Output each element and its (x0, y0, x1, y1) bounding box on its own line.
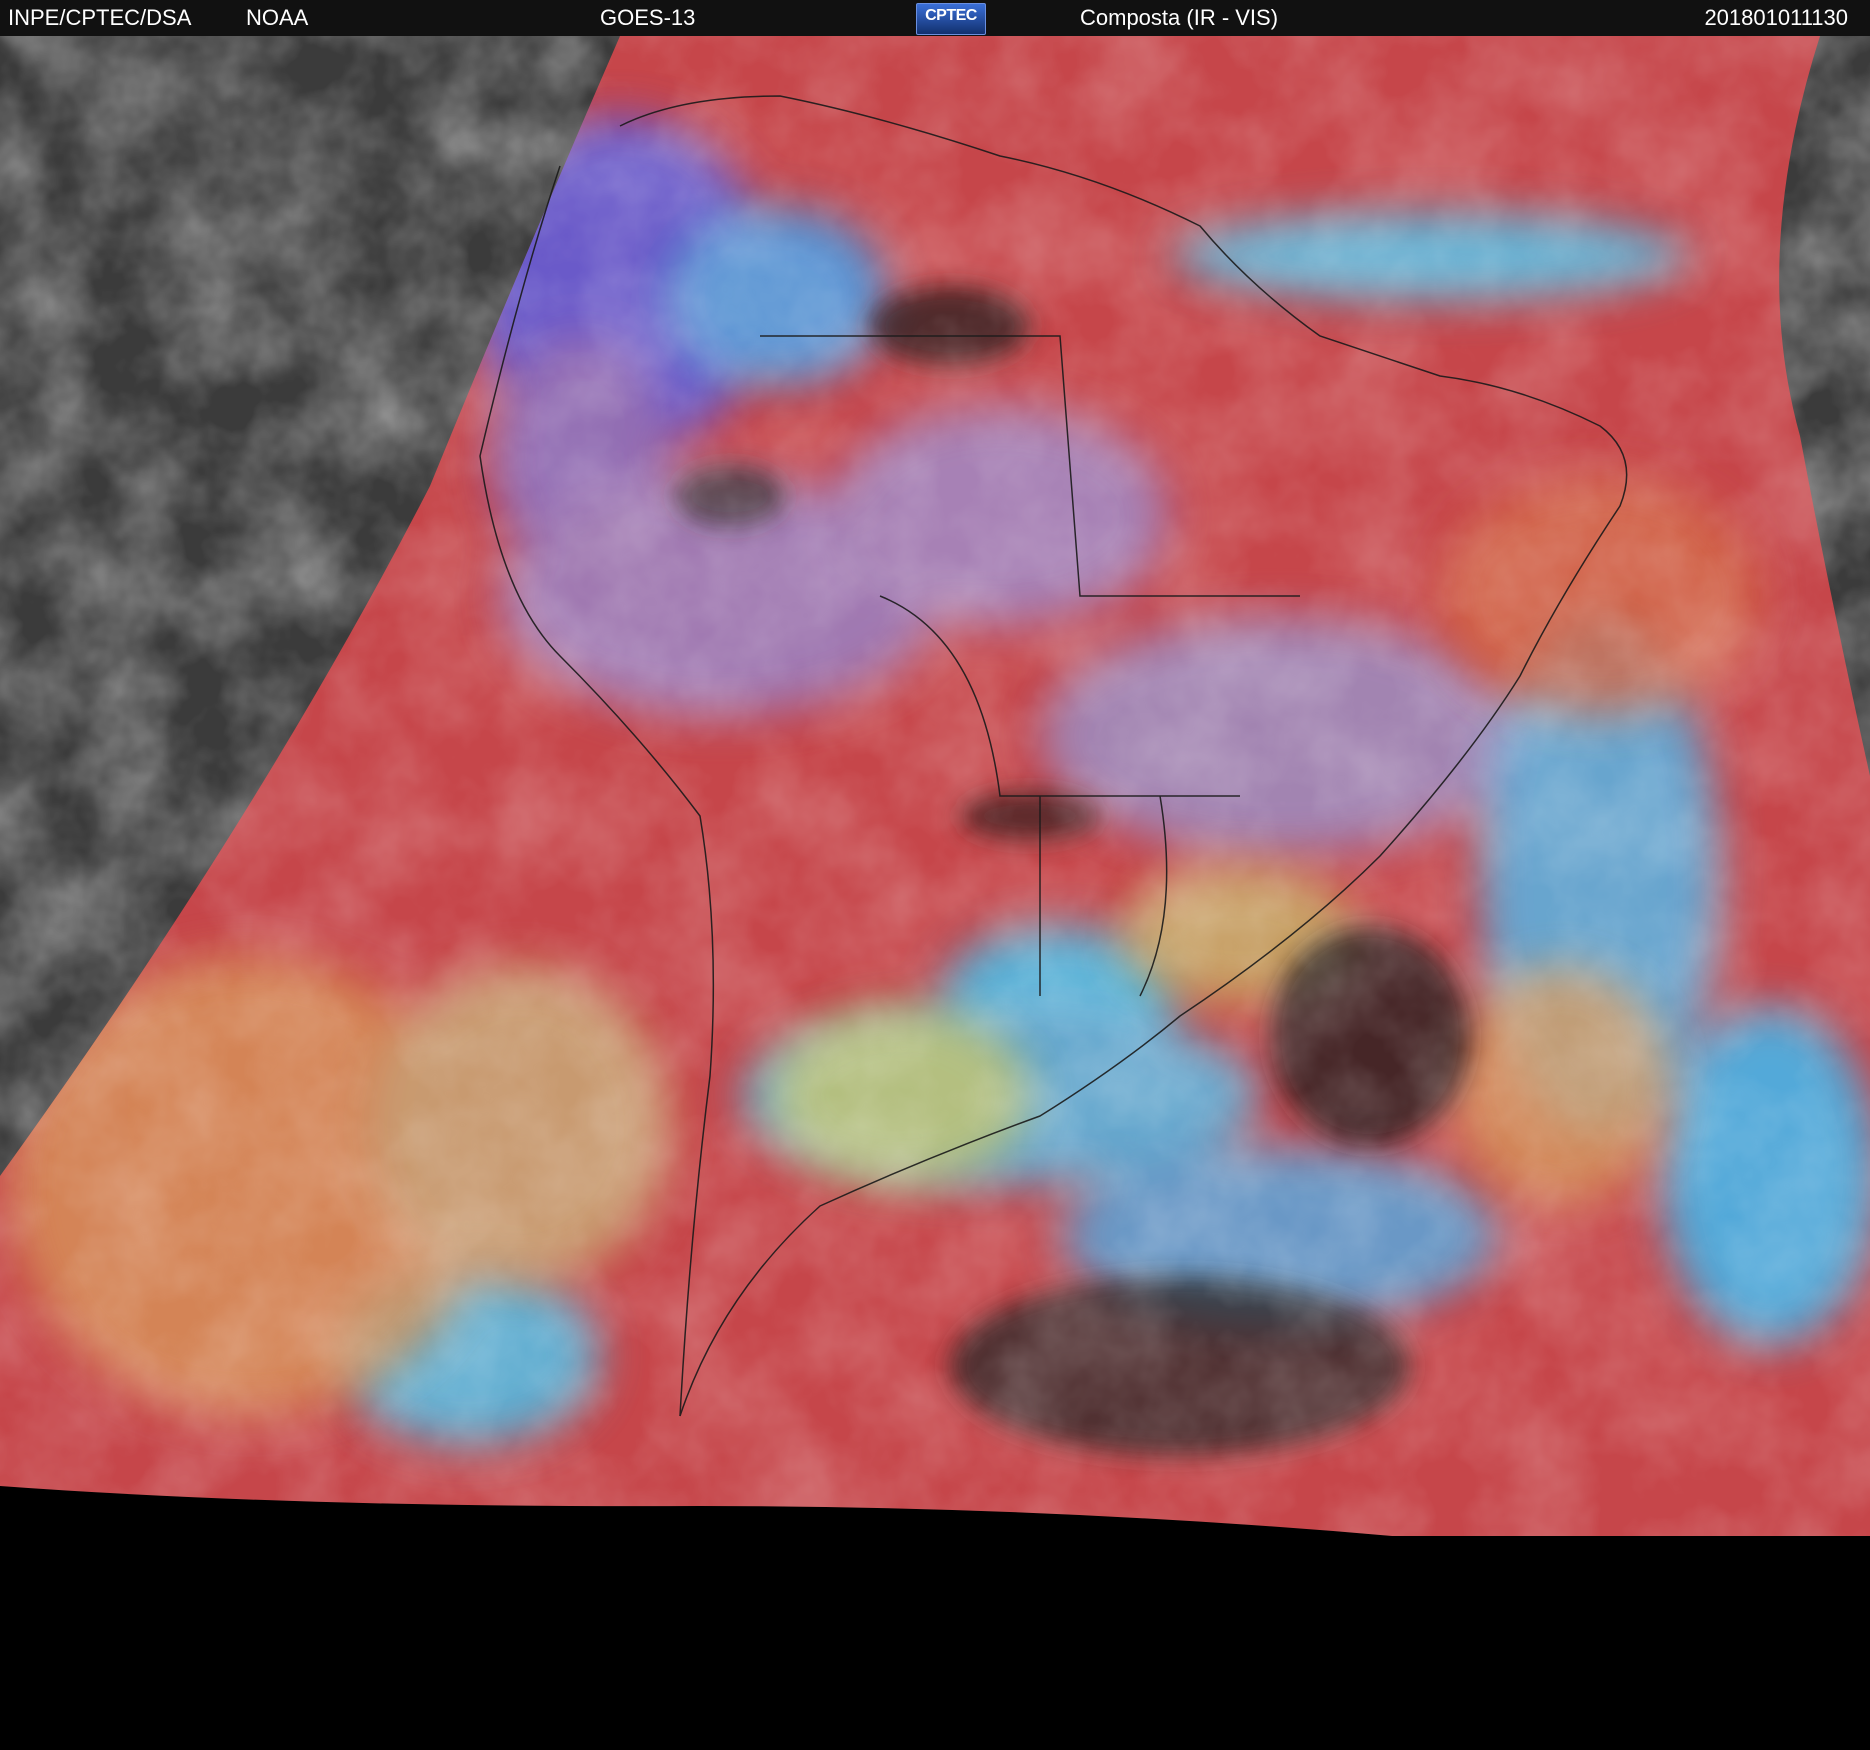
timestamp-label: 201801011130 (1704, 5, 1848, 30)
satellite-imagery (0, 36, 1870, 1750)
product-label: Composta (IR - VIS) (1080, 5, 1279, 30)
satellite-label: GOES-13 (600, 5, 696, 30)
agency-label: INPE/CPTEC/DSA (8, 5, 192, 30)
partner-label: NOAA (246, 5, 309, 30)
cptec-logo: CPTEC (916, 3, 986, 35)
composite-map (0, 36, 1870, 1750)
image-header: INPE/CPTEC/DSA NOAA GOES-13 CPTEC Compos… (0, 0, 1870, 36)
